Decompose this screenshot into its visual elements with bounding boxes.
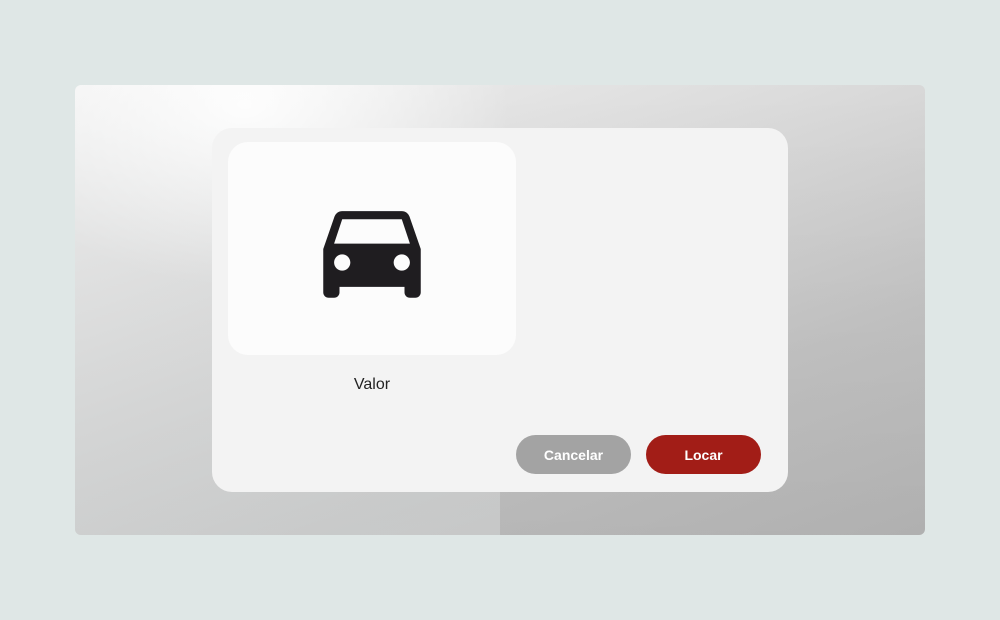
car-icon (323, 210, 421, 298)
vehicle-image-card (228, 142, 516, 355)
cancel-button[interactable]: Cancelar (516, 435, 631, 474)
value-label: Valor (353, 376, 391, 393)
rent-button[interactable]: Locar (646, 435, 761, 474)
rent-dialog: Valor Cancelar Locar (212, 128, 788, 492)
